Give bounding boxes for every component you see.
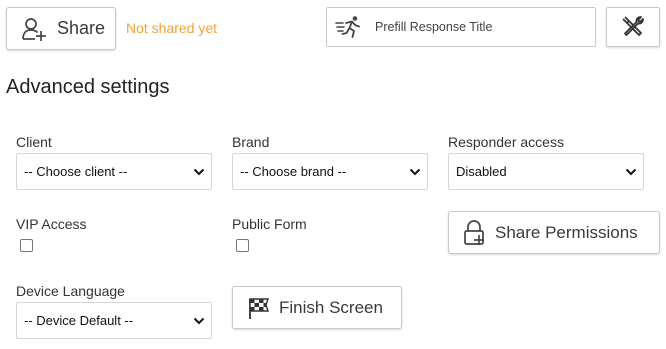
public-form-checkbox[interactable] — [236, 239, 249, 252]
tools-crossed-icon — [620, 14, 646, 40]
brand-label: Brand — [232, 134, 270, 150]
chevron-down-icon — [409, 168, 421, 175]
finish-screen-label: Finish Screen — [279, 297, 383, 317]
chevron-down-icon — [193, 168, 205, 175]
chevron-down-icon — [193, 317, 205, 324]
checkered-flag-icon — [247, 296, 271, 320]
advanced-settings-heading: Advanced settings — [6, 76, 170, 98]
device-language-select[interactable]: -- Device Default -- — [16, 302, 212, 339]
brand-select-value: -- Choose brand -- — [240, 164, 347, 179]
finish-screen-button[interactable]: Finish Screen — [232, 286, 402, 329]
responder-access-select-value: Disabled — [456, 164, 507, 179]
chevron-down-icon — [625, 168, 637, 175]
responder-access-label: Responder access — [448, 134, 564, 150]
share-button[interactable]: Share — [6, 7, 116, 50]
lock-plus-icon — [463, 219, 487, 246]
prefill-response-title-label: Prefill Response Title — [375, 20, 493, 34]
share-permissions-button[interactable]: Share Permissions — [448, 211, 660, 254]
brand-select[interactable]: -- Choose brand -- — [232, 153, 428, 190]
device-language-label: Device Language — [16, 283, 125, 299]
prefill-response-title-button[interactable]: Prefill Response Title — [326, 7, 596, 47]
vip-access-checkbox[interactable] — [20, 239, 33, 252]
share-permissions-label: Share Permissions — [495, 222, 638, 242]
client-select-value: -- Choose client -- — [24, 164, 128, 179]
vip-access-label: VIP Access — [16, 216, 87, 232]
share-status-text: Not shared yet — [126, 20, 218, 36]
add-user-icon — [21, 16, 47, 42]
client-label: Client — [16, 134, 52, 150]
device-language-select-value: -- Device Default -- — [24, 313, 134, 328]
responder-access-select[interactable]: Disabled — [448, 153, 644, 190]
public-form-label: Public Form — [232, 216, 307, 232]
client-select[interactable]: -- Choose client -- — [16, 153, 212, 190]
runner-icon — [335, 15, 363, 39]
tools-button[interactable] — [606, 7, 660, 47]
share-button-label: Share — [57, 18, 106, 38]
